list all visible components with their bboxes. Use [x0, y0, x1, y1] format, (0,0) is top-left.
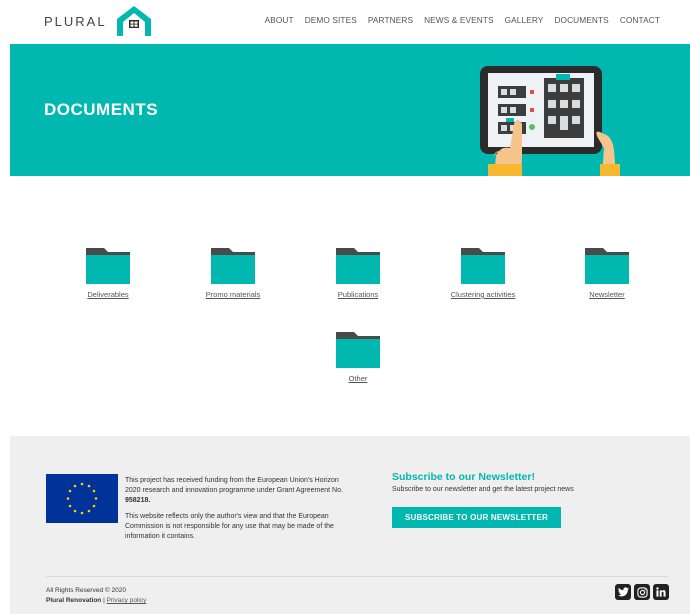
doc-link-publications[interactable]: Publications: [298, 290, 418, 299]
folder-icon: [86, 248, 130, 284]
subscribe-button[interactable]: SUBSCRIBE TO OUR NEWSLETTER: [392, 507, 561, 528]
site-footer: This project has received funding from t…: [10, 436, 690, 614]
logo-text: PLURAL: [44, 13, 107, 29]
doc-link-deliverables[interactable]: Deliverables: [48, 290, 168, 299]
nav-about[interactable]: ABOUT: [265, 15, 294, 25]
folder-icon: [336, 332, 380, 368]
subscribe-title: Subscribe to our Newsletter!: [392, 471, 535, 483]
eu-flag-icon: [46, 474, 118, 523]
privacy-policy-link[interactable]: Privacy policy: [107, 597, 147, 604]
folder-icon: [211, 248, 255, 284]
folder-icon: [585, 248, 629, 284]
main-nav: ABOUT DEMO SITES PARTNERS NEWS & EVENTS …: [265, 15, 660, 25]
linkedin-icon[interactable]: [653, 584, 669, 600]
house-logo-icon: [116, 6, 151, 36]
nav-documents[interactable]: DOCUMENTS: [554, 15, 608, 25]
nav-contact[interactable]: CONTACT: [620, 15, 660, 25]
subscribe-description: Subscribe to our newsletter and get the …: [392, 486, 574, 493]
doc-link-other[interactable]: Other: [298, 374, 418, 383]
copyright: All Rights Reserved © 2020 Plural Renova…: [46, 586, 146, 606]
doc-link-promo-materials[interactable]: Promo materials: [173, 290, 293, 299]
funding-statement: This project has received funding from t…: [125, 476, 345, 548]
rights-text: All Rights Reserved © 2020: [46, 587, 126, 594]
doc-item-other[interactable]: Other: [298, 330, 418, 383]
funding-text: This project has received funding from t…: [125, 477, 343, 494]
doc-item-publications[interactable]: Publications: [298, 246, 418, 299]
twitter-icon[interactable]: [615, 584, 631, 600]
company-name: Plural Renovation: [46, 597, 102, 604]
doc-item-newsletter[interactable]: Newsletter: [547, 246, 667, 299]
doc-item-deliverables[interactable]: Deliverables: [48, 246, 168, 299]
folder-icon: [461, 248, 505, 284]
instagram-icon[interactable]: [634, 584, 650, 600]
disclaimer-text: This website reflects only the author's …: [125, 513, 334, 540]
documents-grid: Deliverables Promo materials Publication…: [10, 176, 690, 436]
logo[interactable]: PLURAL: [44, 4, 153, 38]
folder-icon: [336, 248, 380, 284]
nav-partners[interactable]: PARTNERS: [368, 15, 413, 25]
grant-number: 958218.: [125, 497, 151, 504]
doc-item-clustering-activities[interactable]: Clustering activities: [423, 246, 543, 299]
nav-demo-sites[interactable]: DEMO SITES: [305, 15, 357, 25]
doc-link-clustering-activities[interactable]: Clustering activities: [423, 290, 543, 299]
doc-item-promo-materials[interactable]: Promo materials: [173, 246, 293, 299]
nav-news-events[interactable]: NEWS & EVENTS: [424, 15, 494, 25]
separator: |: [103, 597, 105, 604]
hero-banner: DOCUMENTS: [10, 44, 690, 176]
footer-divider: [46, 576, 668, 577]
nav-gallery[interactable]: GALLERY: [505, 15, 544, 25]
doc-link-newsletter[interactable]: Newsletter: [547, 290, 667, 299]
page-title: DOCUMENTS: [44, 100, 159, 119]
tablet-illustration: [480, 66, 620, 176]
social-links: [615, 584, 669, 600]
site-header: PLURAL ABOUT DEMO SITES PARTNERS NEWS & …: [0, 0, 690, 44]
